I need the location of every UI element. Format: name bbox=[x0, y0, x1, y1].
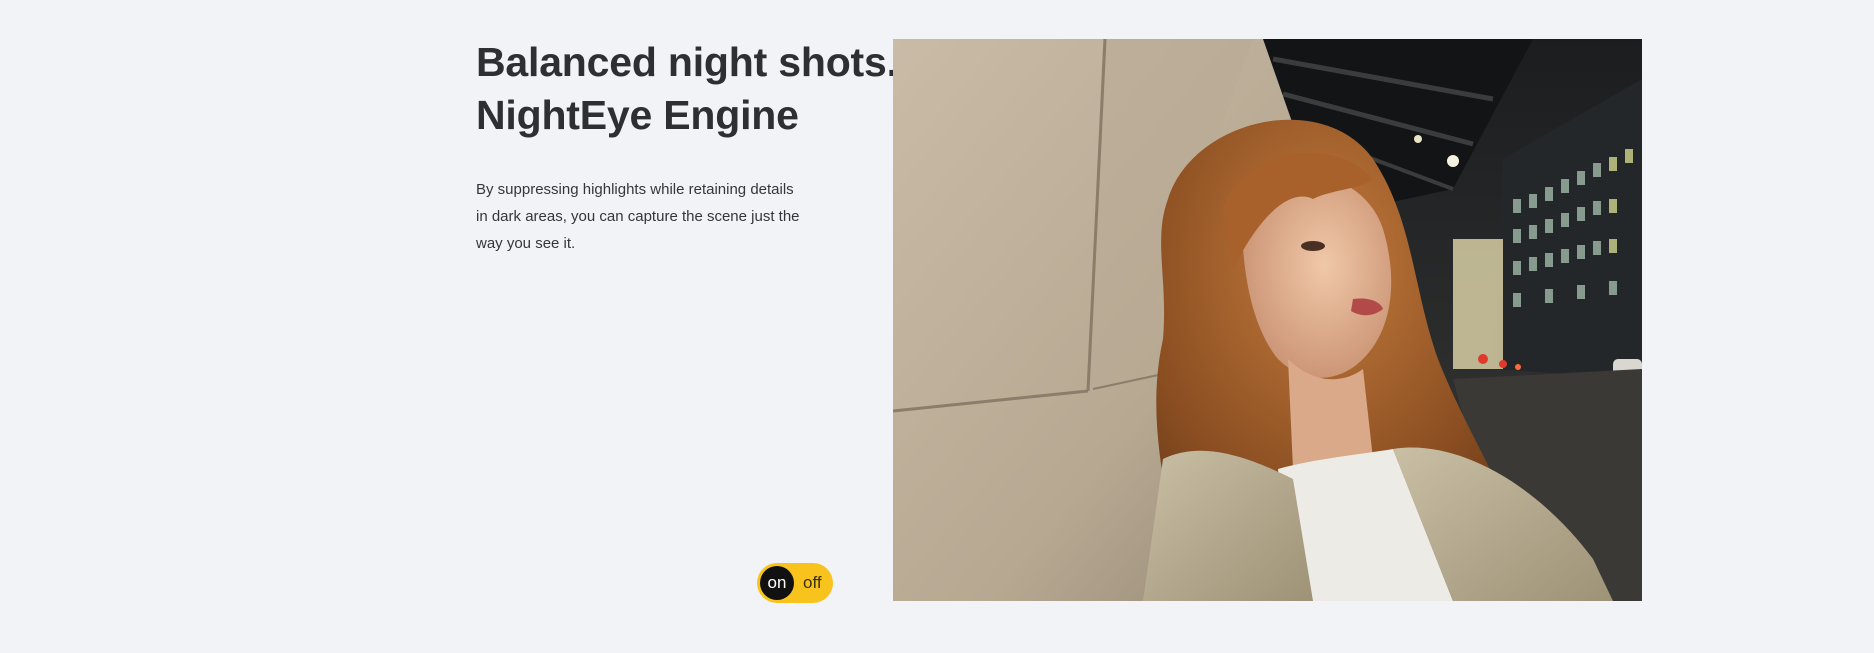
night-shot-feature-section: Balanced night shots. NightEye Engine By… bbox=[0, 0, 1874, 653]
headline-line-2: NightEye Engine bbox=[476, 92, 799, 138]
night-portrait-photo bbox=[893, 39, 1642, 601]
toggle-off-label[interactable]: off bbox=[803, 563, 822, 603]
feature-description: By suppressing highlights while retainin… bbox=[476, 181, 800, 252]
headline-line-1: Balanced night shots. bbox=[476, 39, 898, 85]
night-portrait-image bbox=[893, 39, 1642, 601]
toggle-on-knob[interactable]: on bbox=[760, 566, 794, 600]
night-mode-toggle[interactable]: on off bbox=[757, 563, 833, 603]
feature-text-column: Balanced night shots. NightEye Engine By… bbox=[476, 36, 898, 257]
feature-headline: Balanced night shots. NightEye Engine bbox=[476, 36, 898, 142]
